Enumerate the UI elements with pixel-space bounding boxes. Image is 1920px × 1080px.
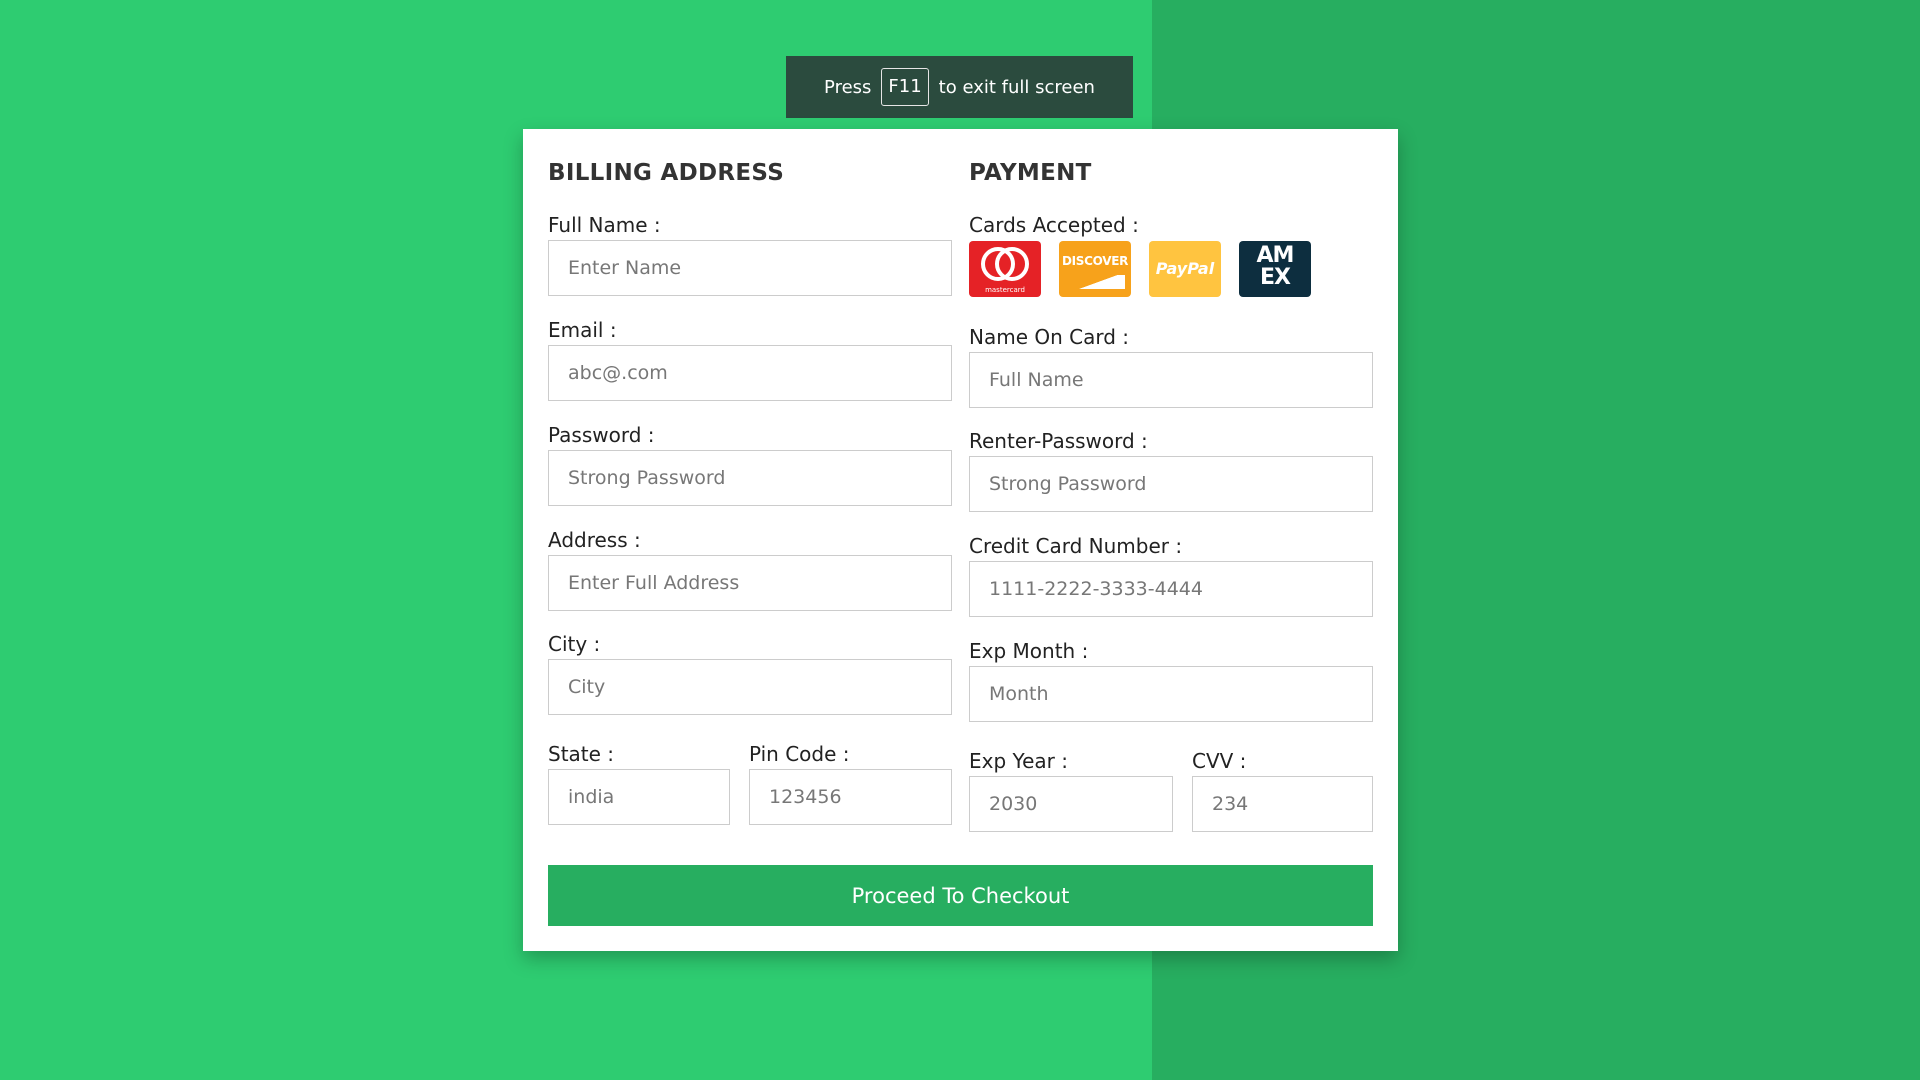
card-logos: mastercard DISCOVER PayPal AM EX bbox=[969, 241, 1373, 297]
proceed-to-checkout-button[interactable]: Proceed To Checkout bbox=[548, 865, 1373, 926]
email-label: Email : bbox=[548, 318, 617, 342]
f11-key-badge: F11 bbox=[881, 68, 929, 106]
cvv-label: CVV : bbox=[1192, 749, 1247, 773]
city-label: City : bbox=[548, 632, 601, 656]
exp-year-label: Exp Year : bbox=[969, 749, 1068, 773]
address-label: Address : bbox=[548, 528, 641, 552]
full-name-input[interactable] bbox=[548, 240, 952, 296]
address-input[interactable] bbox=[548, 555, 952, 611]
password-label: Password : bbox=[548, 423, 655, 447]
cvv-group: CVV : bbox=[1192, 749, 1373, 832]
paypal-icon: PayPal bbox=[1149, 241, 1221, 297]
payment-section: PAYMENT Cards Accepted : mastercard DISC… bbox=[969, 154, 1373, 832]
cvv-input[interactable] bbox=[1192, 776, 1373, 832]
exp-year-group: Exp Year : bbox=[969, 749, 1173, 832]
name-on-card-group: Name On Card : bbox=[969, 325, 1373, 408]
state-group: State : bbox=[548, 742, 730, 825]
card-number-input[interactable] bbox=[969, 561, 1373, 617]
cards-accepted-label: Cards Accepted : bbox=[969, 213, 1139, 237]
exp-year-input[interactable] bbox=[969, 776, 1173, 832]
name-on-card-input[interactable] bbox=[969, 352, 1373, 408]
name-on-card-label: Name On Card : bbox=[969, 325, 1130, 349]
email-input[interactable] bbox=[548, 345, 952, 401]
renter-password-input[interactable] bbox=[969, 456, 1373, 512]
payment-title: PAYMENT bbox=[969, 160, 1092, 186]
card-number-group: Credit Card Number : bbox=[969, 534, 1373, 617]
renter-password-label: Renter-Password : bbox=[969, 429, 1148, 453]
state-label: State : bbox=[548, 742, 615, 766]
full-name-group: Full Name : bbox=[548, 213, 952, 296]
full-name-label: Full Name : bbox=[548, 213, 661, 237]
checkout-form: BILLING ADDRESS Full Name : Email : Pass… bbox=[523, 129, 1398, 951]
billing-address-section: BILLING ADDRESS Full Name : Email : Pass… bbox=[548, 154, 952, 825]
pin-code-label: Pin Code : bbox=[749, 742, 850, 766]
exp-month-group: Exp Month : bbox=[969, 639, 1373, 722]
pin-code-group: Pin Code : bbox=[749, 742, 952, 825]
fullscreen-notice: Press F11 to exit full screen bbox=[786, 56, 1133, 118]
state-input[interactable] bbox=[548, 769, 730, 825]
email-group: Email : bbox=[548, 318, 952, 401]
card-number-label: Credit Card Number : bbox=[969, 534, 1183, 558]
exp-month-label: Exp Month : bbox=[969, 639, 1089, 663]
mastercard-icon: mastercard bbox=[969, 241, 1041, 297]
password-input[interactable] bbox=[548, 450, 952, 506]
cards-accepted-group: Cards Accepted : mastercard DISCOVER Pay… bbox=[969, 213, 1373, 297]
discover-icon: DISCOVER bbox=[1059, 241, 1131, 297]
city-input[interactable] bbox=[548, 659, 952, 715]
pin-code-input[interactable] bbox=[749, 769, 952, 825]
address-group: Address : bbox=[548, 528, 952, 611]
exp-month-input[interactable] bbox=[969, 666, 1373, 722]
fullscreen-notice-suffix: to exit full screen bbox=[938, 76, 1095, 98]
renter-password-group: Renter-Password : bbox=[969, 429, 1373, 512]
billing-address-title: BILLING ADDRESS bbox=[548, 160, 785, 186]
password-group: Password : bbox=[548, 423, 952, 506]
city-group: City : bbox=[548, 632, 952, 715]
fullscreen-notice-prefix: Press bbox=[824, 76, 872, 98]
amex-icon: AM EX bbox=[1239, 241, 1311, 297]
